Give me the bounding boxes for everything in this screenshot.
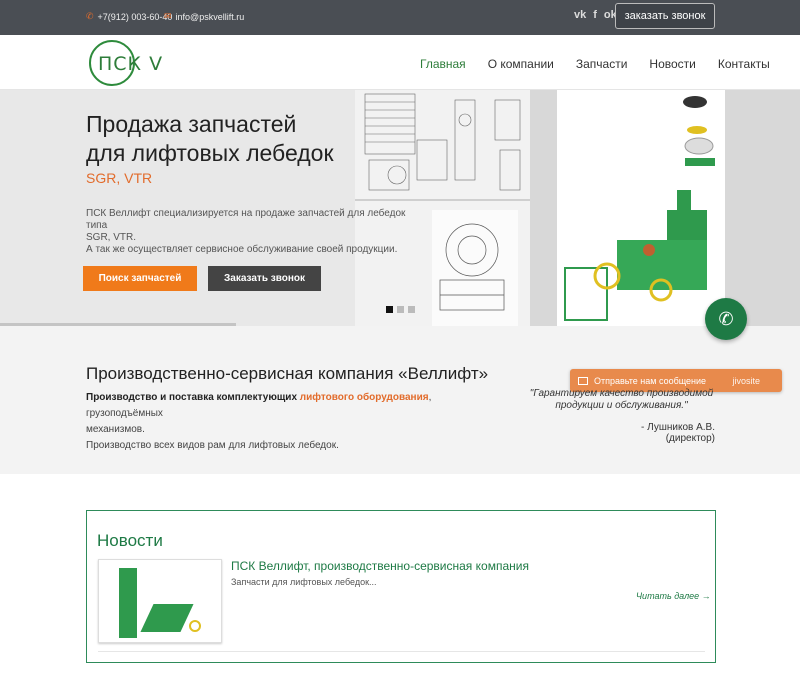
thumb-part [189,620,201,632]
social-links: vk f ok [574,9,617,21]
main-nav: Главная О компании Запчасти Новости Конт… [420,57,792,71]
email-address[interactable]: info@pskvellift.ru [176,12,245,22]
nav-item-contacts[interactable]: Контакты [718,57,770,71]
vk-icon[interactable]: vk [574,9,586,21]
about-line2: механизмов. [86,424,145,435]
news-title: Новости [97,531,163,550]
hero-slider: Продажа запчастей для лифтовых лебедок S… [0,90,800,326]
site-header: ПСК V Главная О компании Запчасти Новост… [0,35,800,90]
about-section: Производственно-сервисная компания «Велл… [0,326,800,474]
phone-call-fab[interactable]: ✆ [705,298,747,340]
divider [98,651,705,652]
about-title: Производственно-сервисная компания «Велл… [86,364,489,383]
request-call-button[interactable]: заказать звонок [615,3,715,29]
about-line3: Производство всех видов рам для лифтовых… [86,440,339,451]
lift-equipment-link[interactable]: лифтового оборудования [300,392,429,403]
nav-item-news[interactable]: Новости [649,57,695,71]
hero-desc-line1: ПСК Веллифт специализируется на продаже … [86,208,406,231]
logo-text: ПСК V [98,53,164,75]
facebook-icon[interactable]: f [593,9,597,21]
slider-dot-1[interactable] [386,306,393,313]
thumb-part [140,604,194,632]
slider-dot-2[interactable] [397,306,404,313]
news-section: Новости ПСК Веллифт, производственно-сер… [86,510,716,663]
hero-description: ПСК Веллифт специализируется на продаже … [86,208,421,256]
director-quote: "Гарантируем качество производимой проду… [529,388,714,411]
hero-title: Продажа запчастей для лифтовых лебедок [86,110,334,168]
phone-icon: ✆ [86,11,94,21]
phone-number[interactable]: +7(912) 003-60-40 [98,12,173,22]
hero-title-line1: Продажа запчастей [86,111,297,137]
top-bar: ✆ +7(912) 003-60-40 ✉ info@pskvellift.ru… [0,0,800,35]
chat-widget-label: Отправьте нам сообщение [594,375,707,386]
nav-item-home[interactable]: Главная [420,57,466,71]
thumb-part [119,568,137,638]
quote-author: - Лушников А.В. (директор) [641,422,715,444]
topbar-email[interactable]: ✉ info@pskvellift.ru [164,11,244,22]
site-logo[interactable]: ПСК V [89,40,174,86]
topbar-phone[interactable]: ✆ +7(912) 003-60-40 [86,11,172,22]
hero-subtitle: SGR, VTR [86,170,153,186]
phone-icon: ✆ [718,308,734,329]
search-parts-button[interactable]: Поиск запчастей [83,266,197,291]
news-thumbnail[interactable] [98,559,222,643]
hero-title-line2: для лифтовых лебедок [86,140,334,166]
chat-brand: jivosite [732,375,760,386]
read-more-link[interactable]: Читать далее → [636,591,711,601]
mail-icon: ✉ [164,11,172,21]
about-line1-bold: Производство и поставка комплектующих [86,392,298,403]
nav-item-parts[interactable]: Запчасти [576,57,628,71]
news-headline[interactable]: ПСК Веллифт, производственно-сервисная к… [231,559,529,573]
winch-model-image [557,90,725,326]
order-call-button[interactable]: Заказать звонок [208,266,321,291]
hero-desc-line3: А так же осуществляет сервисное обслужив… [86,244,398,255]
news-excerpt: Запчасти для лифтовых лебедок... [231,577,377,587]
slider-dot-3[interactable] [408,306,415,313]
envelope-icon [578,376,588,385]
slider-dots [386,306,415,313]
about-text: Производство и поставка комплектующих ли… [86,390,506,454]
about-line1: Производство и поставка комплектующих ли… [86,390,506,422]
nav-item-about[interactable]: О компании [488,57,554,71]
technical-drawing-detail [432,210,518,326]
hero-desc-line2: SGR, VTR. [86,232,137,243]
